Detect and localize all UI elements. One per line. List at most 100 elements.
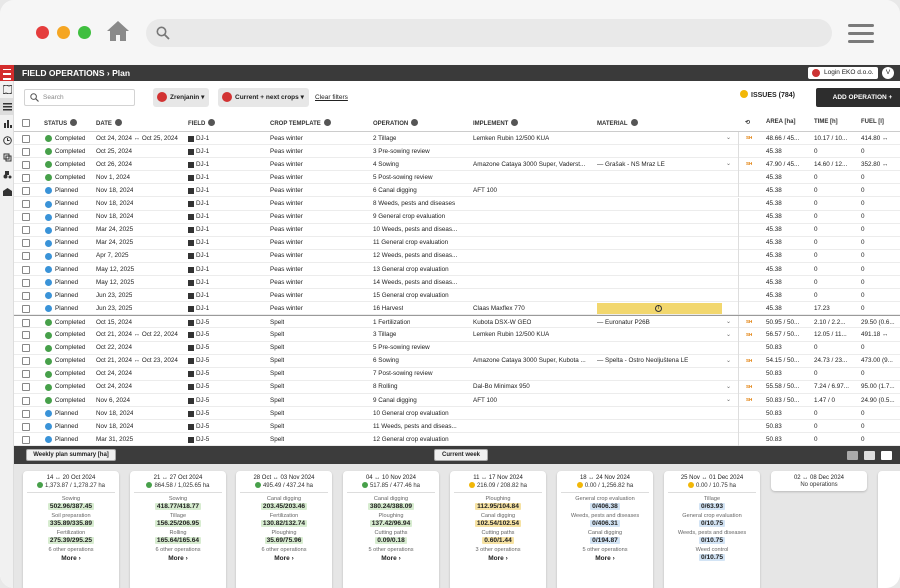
- table-row[interactable]: Completed Oct 24, 2024 DJ-5 Spelt 7 Post-sow…: [14, 367, 900, 381]
- col-implement[interactable]: IMPLEMENT: [473, 119, 519, 127]
- row-checkbox[interactable]: [22, 435, 30, 444]
- chart-icon[interactable]: [0, 115, 14, 132]
- week-card[interactable]: 28 Oct ↔ 03 Nov 2024 495.49 / 437.24 ha Ca…: [236, 471, 332, 588]
- row-checkbox[interactable]: [22, 409, 30, 418]
- history-icon[interactable]: ⟲: [745, 119, 750, 126]
- filter-icon[interactable]: [630, 119, 638, 126]
- filter-icon[interactable]: [208, 119, 216, 126]
- minimize-dot[interactable]: [57, 26, 70, 39]
- expand-chevron-icon[interactable]: ⌄: [726, 134, 731, 141]
- expand-chevron-icon[interactable]: ⌄: [726, 396, 731, 403]
- select-all-checkbox[interactable]: [22, 119, 30, 127]
- table-row[interactable]: Completed Oct 24, 2024 DJ-5 Spelt 8 Rolling D…: [14, 380, 900, 394]
- filter-icon[interactable]: [411, 119, 419, 126]
- expand-chevron-icon[interactable]: ⌄: [726, 357, 731, 364]
- table-row[interactable]: Completed Nov 6, 2024 DJ-5 Spelt 9 Canal dig…: [14, 394, 900, 408]
- expand-chevron-icon[interactable]: ⌄: [726, 318, 731, 325]
- row-checkbox[interactable]: [22, 344, 30, 353]
- table-row[interactable]: Completed Oct 22, 2024 DJ-5 Spelt 5 Pre-sowi…: [14, 341, 900, 355]
- table-row[interactable]: Planned Nov 18, 2024 DJ-5 Spelt 10 General c…: [14, 407, 900, 421]
- col-area[interactable]: AREA [ha]: [766, 119, 795, 125]
- clock-icon[interactable]: [0, 132, 14, 149]
- row-checkbox[interactable]: [22, 147, 30, 156]
- row-checkbox[interactable]: [22, 422, 30, 431]
- col-material[interactable]: MATERIAL: [597, 119, 638, 127]
- col-operation[interactable]: OPERATION: [373, 119, 419, 127]
- address-bar[interactable]: [146, 19, 832, 47]
- browser-menu-icon[interactable]: [848, 24, 874, 44]
- tractor-icon[interactable]: [0, 166, 14, 183]
- map-icon[interactable]: [0, 81, 14, 98]
- col-field[interactable]: FIELD: [188, 119, 216, 127]
- row-checkbox[interactable]: [22, 304, 30, 313]
- filter-icon[interactable]: [70, 119, 78, 126]
- filter-icon[interactable]: [323, 119, 331, 126]
- region-filter-chip[interactable]: Zrenjanin ▾: [153, 88, 210, 107]
- search-input[interactable]: Search: [24, 89, 135, 106]
- crop-filter-chip[interactable]: Current + next crops ▾: [218, 88, 309, 107]
- table-row[interactable]: Completed Oct 26, 2024 DJ-1 Peas winter 4 So…: [14, 158, 900, 172]
- week-card[interactable]: 11 ↔ 17 Nov 2024 216.09 / 208.82 ha Plough…: [450, 471, 546, 588]
- row-checkbox[interactable]: [22, 383, 30, 392]
- row-checkbox[interactable]: [22, 213, 30, 222]
- row-checkbox[interactable]: [22, 226, 30, 235]
- row-checkbox[interactable]: [22, 239, 30, 248]
- issues-button[interactable]: ISSUES (784): [740, 90, 795, 99]
- list-icon[interactable]: [0, 98, 14, 115]
- warehouse-icon[interactable]: [0, 183, 14, 200]
- row-checkbox[interactable]: [22, 331, 30, 339]
- table-row[interactable]: Planned Jun 23, 2025 DJ-1 Peas winter 15 Gen…: [14, 289, 900, 303]
- table-row[interactable]: Completed Oct 24, 2024 ↔ Oct 25, 2024 DJ-1…: [14, 132, 900, 146]
- row-checkbox[interactable]: [22, 186, 30, 195]
- table-row[interactable]: Completed Oct 15, 2024 DJ-5 Spelt 1 Fertiliz…: [14, 315, 900, 330]
- view-cards-icon[interactable]: [881, 451, 892, 460]
- current-week-button[interactable]: Current week: [434, 449, 488, 461]
- row-checkbox[interactable]: [22, 160, 30, 169]
- row-checkbox[interactable]: [22, 278, 30, 287]
- table-row[interactable]: Planned May 12, 2025 DJ-1 Peas winter 13 Gen…: [14, 263, 900, 277]
- row-checkbox[interactable]: [22, 173, 30, 182]
- expand-chevron-icon[interactable]: ⌄: [726, 383, 731, 390]
- row-checkbox[interactable]: [22, 134, 30, 143]
- row-checkbox[interactable]: [22, 370, 30, 379]
- week-card[interactable]: 04 ↔ 10 Nov 2024 517.85 / 477.46 ha Canal …: [343, 471, 439, 588]
- filter-icon[interactable]: [114, 119, 122, 126]
- weekly-summary-button[interactable]: Weekly plan summary [ha]: [26, 449, 116, 461]
- filter-icon[interactable]: [511, 119, 519, 126]
- maximize-dot[interactable]: [78, 26, 91, 39]
- more-link[interactable]: More ›: [23, 555, 119, 562]
- material-warning-cell[interactable]: i: [597, 303, 722, 315]
- login-company[interactable]: Login EKO d.o.o.: [808, 67, 878, 79]
- table-row[interactable]: Planned Mar 31, 2025 DJ-5 Spelt 12 General c…: [14, 433, 900, 446]
- table-row[interactable]: Planned Nov 18, 2024 DJ-1 Peas winter 8 Weed…: [14, 197, 900, 211]
- row-checkbox[interactable]: [22, 318, 30, 327]
- expand-chevron-icon[interactable]: ⌄: [726, 160, 731, 167]
- week-card[interactable]: 21 ↔ 27 Oct 2024 864.58 / 1,025.65 ha Sowi…: [130, 471, 226, 588]
- close-dot[interactable]: [36, 26, 49, 39]
- home-icon[interactable]: [106, 20, 130, 42]
- table-row[interactable]: Completed Oct 21, 2024 ↔ Oct 23, 2024 DJ-5…: [14, 354, 900, 368]
- table-row[interactable]: Planned Nov 18, 2024 DJ-5 Spelt 11 Weeds, pe…: [14, 420, 900, 434]
- table-row[interactable]: Completed Nov 1, 2024 DJ-1 Peas winter 5 Pos…: [14, 171, 900, 185]
- breadcrumb-section[interactable]: FIELD OPERATIONS: [22, 68, 105, 78]
- view-split-icon[interactable]: [864, 451, 875, 460]
- row-checkbox[interactable]: [22, 252, 30, 261]
- table-row[interactable]: Planned Apr 7, 2025 DJ-1 Peas winter 12 Weed…: [14, 249, 900, 263]
- row-checkbox[interactable]: [22, 200, 30, 208]
- col-date[interactable]: DATE: [96, 119, 122, 127]
- week-card[interactable]: 14 ↔ 20 Oct 2024 1,373.87 / 1,278.27 ha So…: [23, 471, 119, 588]
- add-operation-button[interactable]: ADD OPERATION +: [816, 88, 900, 107]
- table-row[interactable]: Completed Oct 25, 2024 DJ-1 Peas winter 3 Pr…: [14, 145, 900, 159]
- table-row[interactable]: Planned Nov 18, 2024 DJ-1 Peas winter 6 Cana…: [14, 184, 900, 198]
- more-link[interactable]: More ›: [236, 555, 332, 562]
- more-link[interactable]: More ›: [450, 555, 546, 562]
- hamburger-icon[interactable]: [0, 65, 14, 81]
- view-table-icon[interactable]: [847, 451, 858, 460]
- expand-chevron-icon[interactable]: ⌄: [726, 331, 731, 338]
- col-time[interactable]: TIME [h]: [814, 119, 838, 125]
- more-link[interactable]: More ›: [130, 555, 226, 562]
- week-card[interactable]: 18 ↔ 24 Nov 2024 0.00 / 1,256.82 ha Genera…: [557, 471, 653, 588]
- row-checkbox[interactable]: [22, 396, 30, 405]
- col-fuel[interactable]: FUEL [l]: [861, 119, 884, 125]
- table-row[interactable]: Planned Nov 18, 2024 DJ-1 Peas winter 9 Gene…: [14, 210, 900, 224]
